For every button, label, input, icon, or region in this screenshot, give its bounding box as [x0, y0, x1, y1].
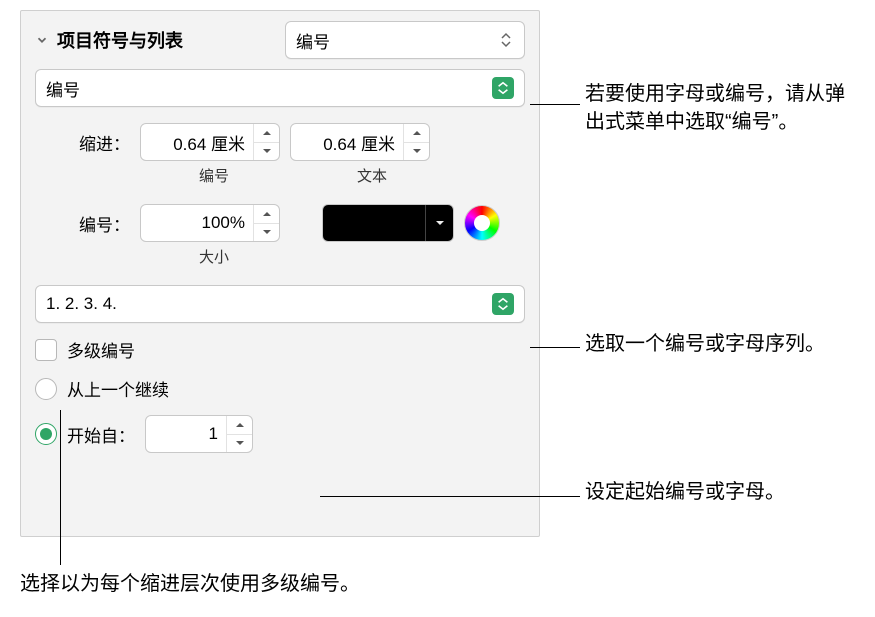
indent-text-input[interactable]: [291, 124, 403, 160]
disclosure-chevron-icon[interactable]: [35, 33, 49, 47]
continue-row: 从上一个继续: [35, 376, 525, 401]
number-label: 编号：: [35, 211, 130, 236]
number-size-stepper[interactable]: [140, 204, 280, 242]
callout-leader: [320, 496, 580, 497]
color-swatch-dropdown[interactable]: [425, 205, 453, 241]
indent-sublabels: 编号 文本: [35, 165, 525, 186]
indent-text-stepper[interactable]: [290, 123, 430, 161]
number-row: 编号：: [35, 204, 525, 242]
color-swatch-main: [323, 205, 425, 241]
list-format-value: 编号: [296, 28, 330, 53]
multilevel-checkbox[interactable]: [35, 339, 57, 361]
stepper-up-icon[interactable]: [254, 124, 279, 143]
start-from-row: 开始自：: [35, 415, 525, 453]
stepper-up-icon[interactable]: [227, 416, 252, 435]
callout-4: 选择以为每个缩进层次使用多级编号。: [20, 570, 620, 598]
callout-leader: [60, 410, 61, 565]
callout-1: 若要使用字母或编号，请从弹出式菜单中选取“编号”。: [585, 80, 855, 136]
continue-label: 从上一个继续: [67, 376, 169, 401]
list-format-select[interactable]: 编号: [285, 21, 525, 59]
stepper-down-icon[interactable]: [227, 435, 252, 453]
sequence-value: 1. 2. 3. 4.: [46, 294, 117, 314]
callout-leader: [530, 104, 580, 105]
sequence-select[interactable]: 1. 2. 3. 4.: [35, 285, 525, 323]
indent-text-sublabel: 文本: [298, 165, 446, 186]
multilevel-label: 多级编号: [67, 337, 135, 362]
start-from-radio[interactable]: [35, 423, 57, 445]
callout-3: 设定起始编号或字母。: [585, 478, 835, 506]
indent-number-stepper[interactable]: [140, 123, 280, 161]
stepper-down-icon[interactable]: [404, 143, 429, 161]
callout-2: 选取一个编号或字母序列。: [585, 330, 835, 358]
numbering-type-value: 编号: [46, 76, 80, 101]
color-swatch[interactable]: [322, 204, 454, 242]
popup-indicator-icon: [492, 77, 514, 99]
panel-title: 项目符号与列表: [57, 27, 183, 53]
start-from-stepper[interactable]: [145, 415, 253, 453]
indent-number-sublabel: 编号: [140, 165, 288, 186]
stepper-up-icon[interactable]: [404, 124, 429, 143]
indent-number-input[interactable]: [141, 124, 253, 160]
stepper-up-icon[interactable]: [254, 205, 279, 224]
callout-leader: [530, 347, 580, 348]
stepper-down-icon[interactable]: [254, 143, 279, 161]
start-from-label: 开始自：: [67, 422, 135, 447]
indent-row: 缩进：: [35, 123, 525, 161]
size-sublabels: 大小: [35, 246, 525, 267]
color-wheel-icon[interactable]: [464, 205, 500, 241]
format-panel: 项目符号与列表 编号 编号 缩进：: [20, 10, 540, 537]
popup-indicator-icon: [492, 293, 514, 315]
start-from-input[interactable]: [146, 416, 226, 452]
number-size-input[interactable]: [141, 205, 253, 241]
panel-header: 项目符号与列表 编号: [35, 21, 525, 59]
updown-icon: [498, 32, 514, 48]
continue-radio[interactable]: [35, 378, 57, 400]
stepper-down-icon[interactable]: [254, 224, 279, 242]
number-size-sublabel: 大小: [140, 246, 288, 267]
indent-label: 缩进：: [35, 130, 130, 155]
numbering-type-select[interactable]: 编号: [35, 69, 525, 107]
multilevel-row: 多级编号: [35, 337, 525, 362]
